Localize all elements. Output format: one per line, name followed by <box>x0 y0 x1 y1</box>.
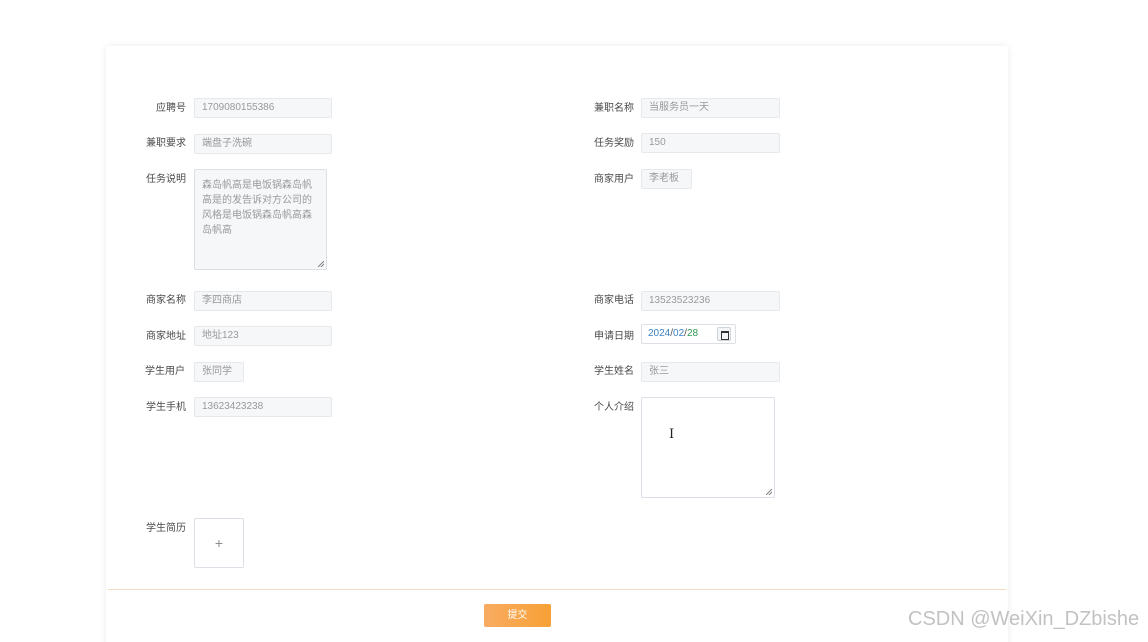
intro-textarea[interactable] <box>641 397 775 498</box>
reward-label: 任务奖励 <box>594 138 634 149</box>
merchant-phone-input[interactable]: 13523523236 <box>641 291 780 311</box>
application-no-input[interactable]: 1709080155386 <box>194 98 332 118</box>
resume-label: 学生简历 <box>146 523 186 534</box>
form-divider <box>108 589 1006 590</box>
student-name-label: 学生姓名 <box>594 366 634 377</box>
intro-label: 个人介绍 <box>594 402 634 413</box>
resume-upload-button[interactable]: + <box>194 518 244 568</box>
requirement-input[interactable]: 端盘子洗碗 <box>194 134 332 154</box>
page: 应聘号 1709080155386 兼职名称 当服务员一天 兼职要求 端盘子洗碗… <box>0 0 1148 642</box>
merchant-address-input[interactable]: 地址123 <box>194 326 332 346</box>
reward-input[interactable]: 150 <box>641 133 780 153</box>
task-description-textarea[interactable]: 森岛帆高是电饭锅森岛帆高是的发告诉对方公司的风格是电饭锅森岛帆高森岛帆高 <box>194 169 327 270</box>
merchant-name-input[interactable]: 李四商店 <box>194 291 332 311</box>
application-no-label: 应聘号 <box>156 103 186 114</box>
resize-grip-icon[interactable] <box>318 261 324 267</box>
merchant-address-label: 商家地址 <box>146 331 186 342</box>
student-phone-input[interactable]: 13623423238 <box>194 397 332 417</box>
requirement-label: 兼职要求 <box>146 138 186 149</box>
plus-icon: + <box>214 535 224 551</box>
merchant-user-input[interactable]: 李老板 <box>641 169 692 189</box>
apply-date-month: 02 <box>673 328 685 339</box>
apply-date-day: 28 <box>686 328 699 339</box>
text-cursor-icon: I <box>669 427 675 442</box>
student-user-input[interactable]: 张同学 <box>194 362 244 382</box>
task-description-text: 森岛帆高是电饭锅森岛帆高是的发告诉对方公司的风格是电饭锅森岛帆高森岛帆高 <box>202 180 312 236</box>
job-name-label: 兼职名称 <box>594 103 634 114</box>
resize-grip-icon[interactable] <box>766 489 772 495</box>
task-description-label: 任务说明 <box>146 174 186 185</box>
student-phone-label: 学生手机 <box>146 402 186 413</box>
calendar-icon[interactable] <box>717 327 731 341</box>
merchant-user-label: 商家用户 <box>594 174 634 185</box>
student-user-label: 学生用户 <box>145 366 185 377</box>
student-name-input[interactable]: 张三 <box>641 362 780 382</box>
merchant-phone-label: 商家电话 <box>594 295 634 306</box>
apply-date-year: 2024 <box>648 328 671 339</box>
apply-date-label: 申请日期 <box>594 331 634 342</box>
watermark: CSDN @WeiXin_DZbishe <box>908 608 1140 630</box>
submit-button[interactable]: 提交 <box>484 604 551 627</box>
job-name-input[interactable]: 当服务员一天 <box>641 98 780 118</box>
merchant-name-label: 商家名称 <box>146 295 186 306</box>
apply-date-input[interactable]: 2024/02/28 <box>641 324 736 344</box>
